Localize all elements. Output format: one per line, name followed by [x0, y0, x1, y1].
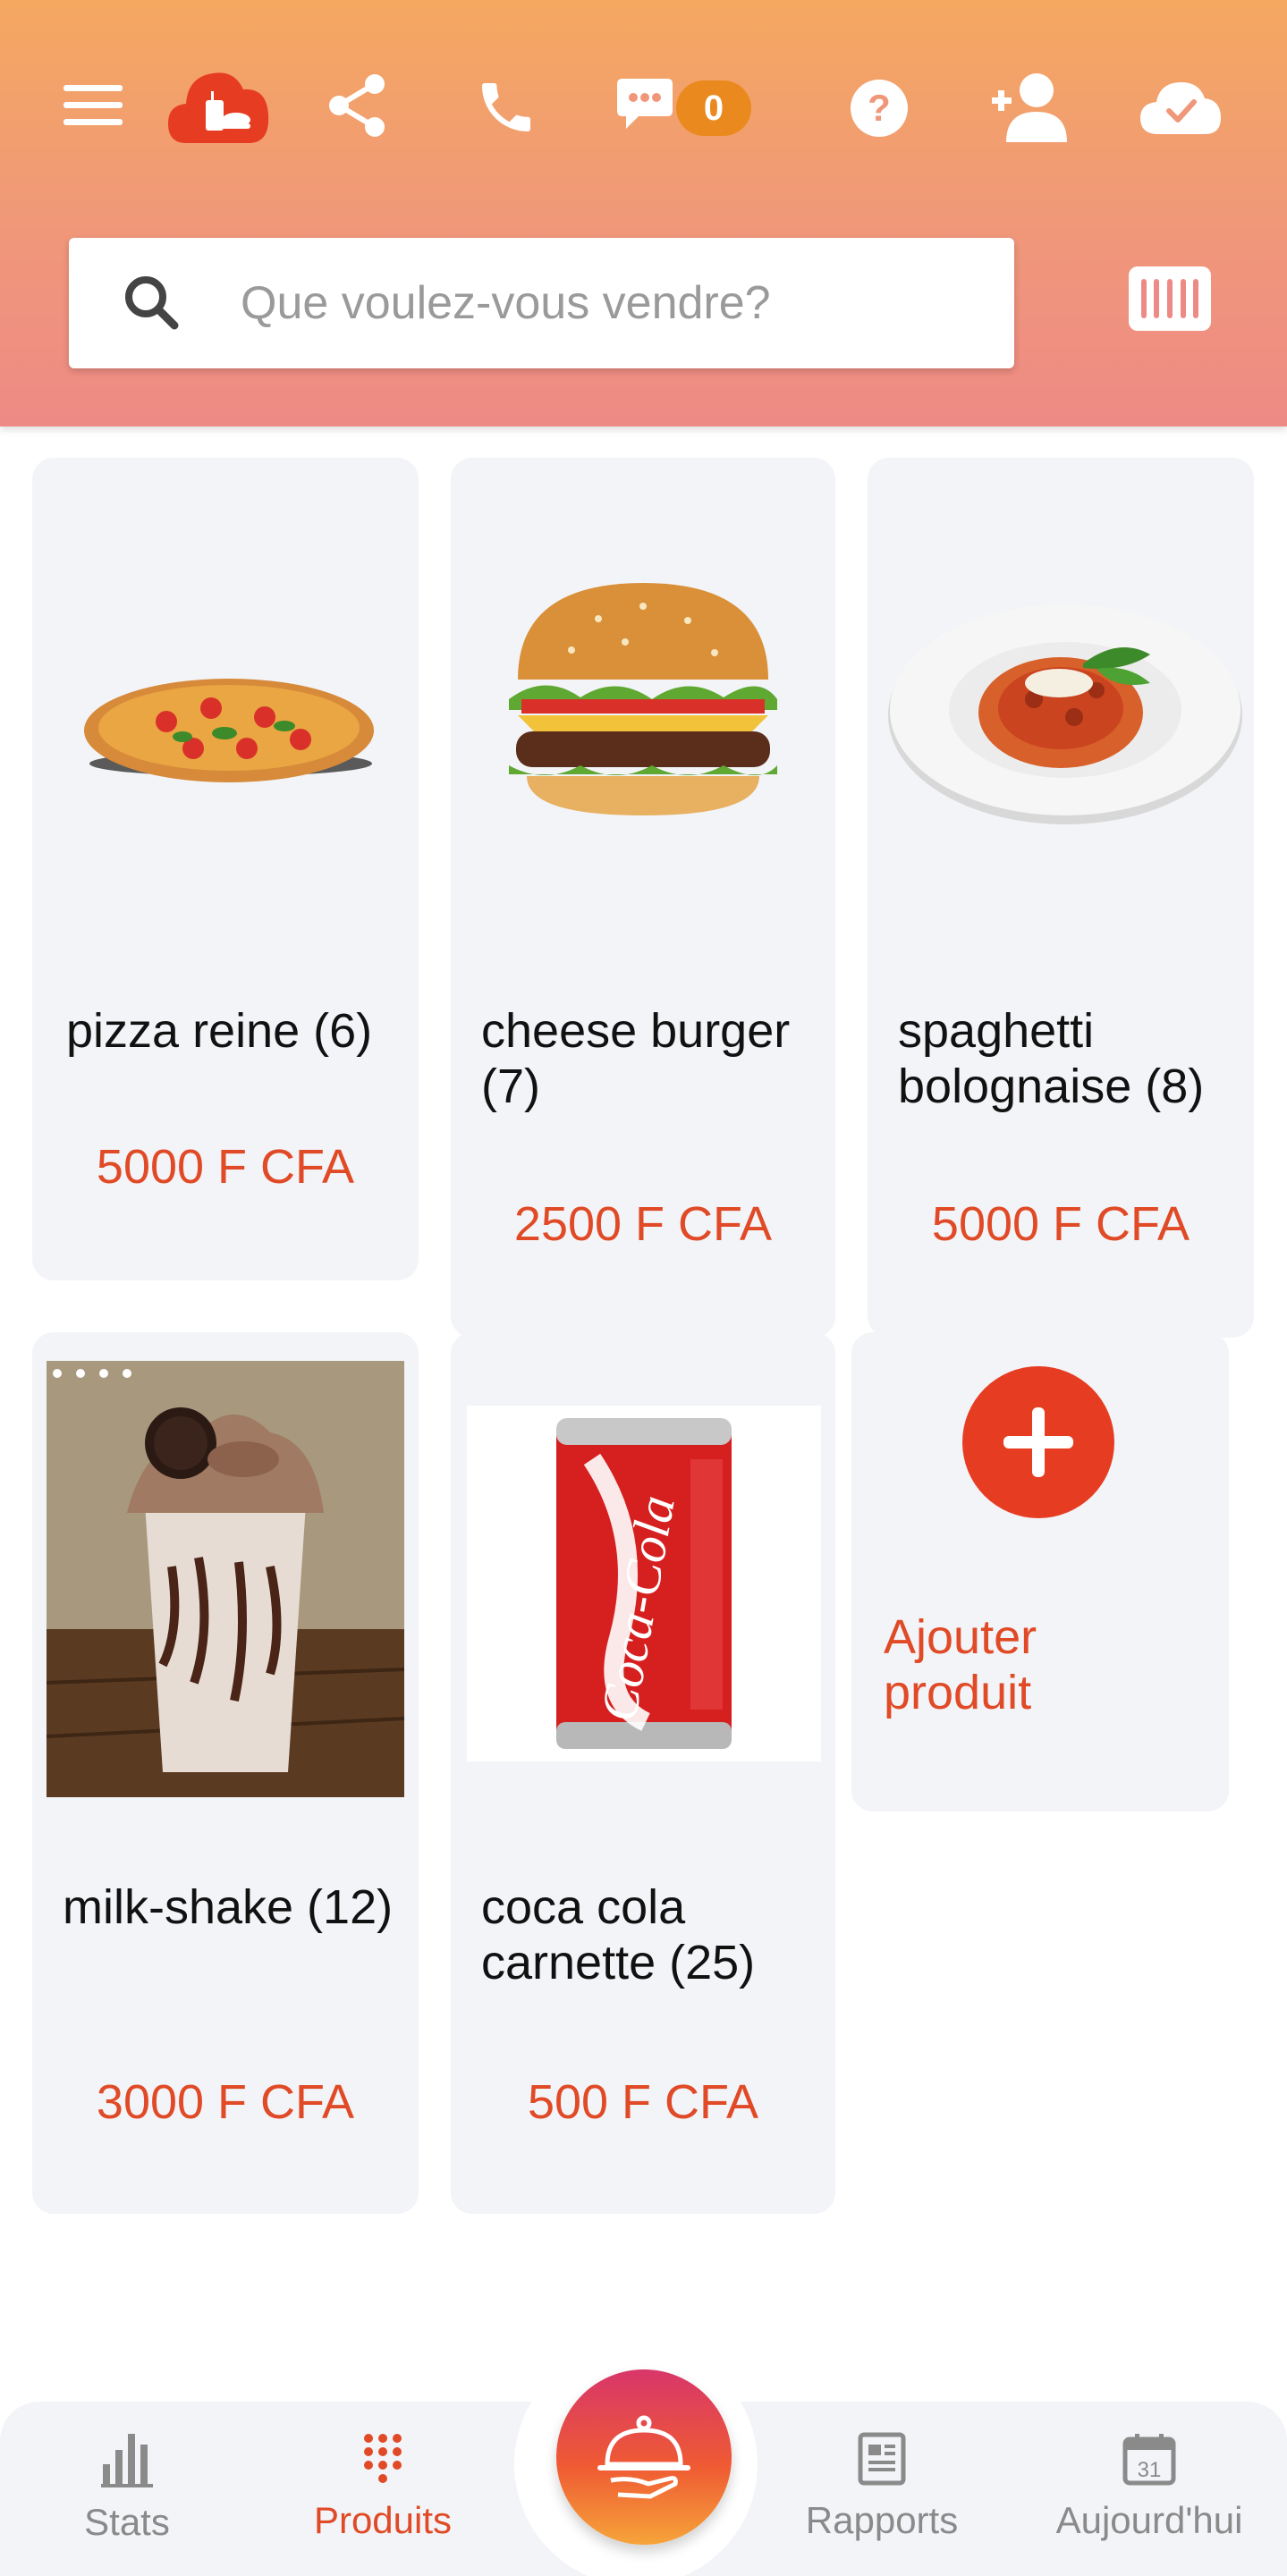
product-price: 2500 F CFA	[513, 1197, 773, 1251]
share-icon[interactable]	[324, 72, 390, 139]
serving-tray-icon	[597, 2415, 690, 2499]
burger-image	[478, 574, 809, 824]
nav-item-stats[interactable]: Stats	[73, 2432, 181, 2544]
app-logo-icon	[166, 64, 272, 147]
nav-item-aujourdhui[interactable]: 31 Aujourd'hui	[1039, 2432, 1259, 2542]
product-name: cheese burger (7)	[481, 1004, 791, 1113]
nav-item-produits[interactable]: Produits	[302, 2432, 463, 2542]
nav-label: Aujourd'hui	[1055, 2499, 1243, 2541]
phone-icon[interactable]	[470, 72, 542, 143]
app-screen: 0 ? Que voulez-vous vendre? pizza reine …	[0, 0, 1287, 2576]
notification-badge: 0	[676, 80, 751, 136]
chat-icon[interactable]	[614, 75, 676, 134]
svg-text:31: 31	[1138, 2458, 1162, 2482]
product-name: coca cola carnette (25)	[481, 1880, 756, 1989]
help-icon[interactable]: ?	[848, 77, 910, 139]
search-bar	[69, 238, 1014, 368]
cloud-sync-icon[interactable]	[1139, 77, 1222, 138]
milkshake-image	[47, 1361, 404, 1797]
nav-label: Produits	[313, 2499, 453, 2541]
nav-label: Stats	[84, 2501, 170, 2543]
product-price: 3000 F CFA	[96, 2075, 355, 2129]
product-card[interactable]: Coca-Cola coca cola carnette (25) 500 F …	[451, 1332, 835, 2214]
product-name: pizza reine (6)	[66, 1004, 373, 1058]
product-card[interactable]: milk-shake (12) 3000 F CFA	[32, 1332, 419, 2214]
search-icon	[123, 274, 180, 335]
add-user-icon[interactable]	[991, 72, 1068, 143]
nav-label: Rapports	[805, 2499, 959, 2541]
bar-chart-icon	[101, 2432, 153, 2492]
serve-order-button[interactable]	[556, 2369, 732, 2545]
product-card[interactable]: spaghetti bolognaise (8) 5000 F CFA	[868, 458, 1254, 1338]
search-input[interactable]	[241, 238, 974, 368]
product-price: 5000 F CFA	[96, 1140, 355, 1194]
coca-cola-can-image: Coca-Cola	[467, 1406, 821, 1761]
product-price: 5000 F CFA	[931, 1197, 1190, 1251]
add-product-button[interactable]	[962, 1366, 1114, 1518]
nav-item-rapports[interactable]: Rapports	[792, 2432, 971, 2542]
product-price: 500 F CFA	[527, 2075, 759, 2129]
svg-text:?: ?	[868, 87, 891, 129]
report-icon	[858, 2432, 906, 2490]
add-product-label: Ajouter produit	[884, 1610, 1037, 1719]
barcode-scan-icon[interactable]	[1129, 266, 1211, 331]
app-header: 0 ?	[0, 0, 1287, 427]
pizza-image	[77, 655, 381, 798]
menu-icon[interactable]	[59, 79, 127, 132]
product-card[interactable]: cheese burger (7) 2500 F CFA	[451, 458, 835, 1338]
spaghetti-image	[882, 583, 1249, 833]
product-name: milk-shake (12)	[63, 1880, 394, 1934]
plus-icon	[1003, 1407, 1073, 1477]
product-card[interactable]: pizza reine (6) 5000 F CFA	[32, 458, 419, 1280]
calendar-icon: 31	[1122, 2432, 1176, 2490]
grid-dots-icon	[362, 2432, 403, 2490]
product-name: spaghetti bolognaise (8)	[898, 1004, 1205, 1113]
